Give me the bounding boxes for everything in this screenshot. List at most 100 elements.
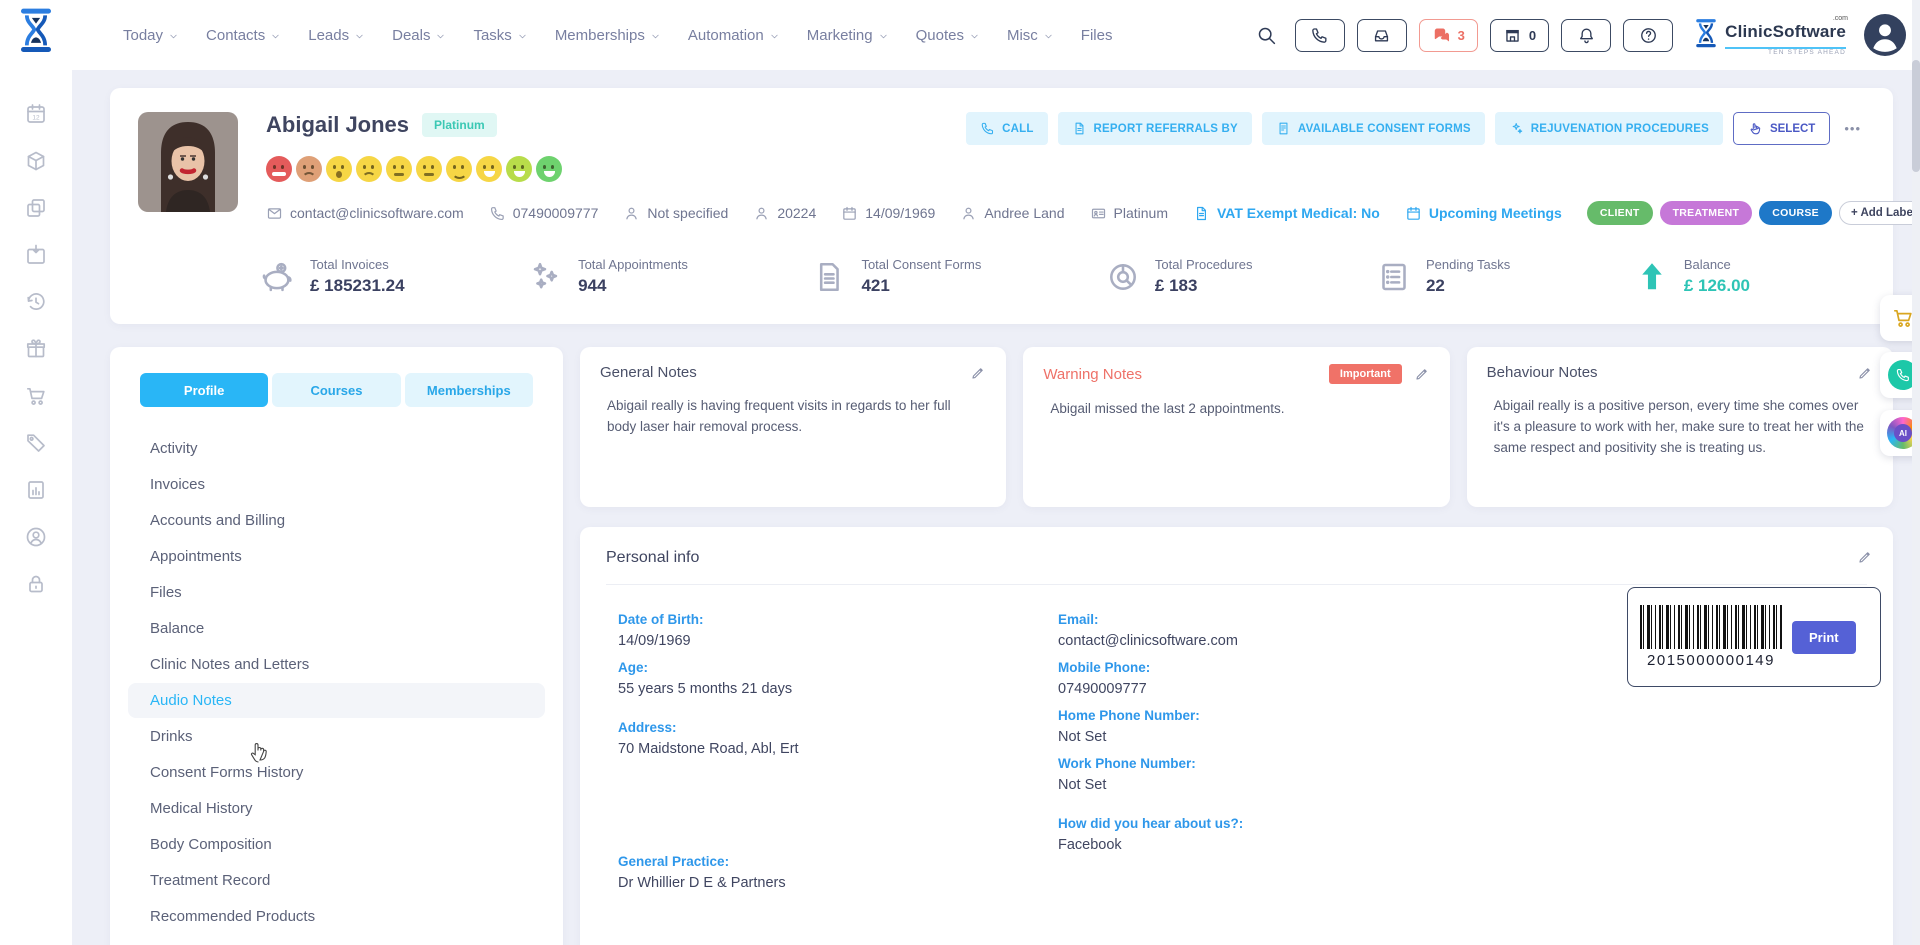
satisfaction-face[interactable] bbox=[326, 156, 352, 182]
satisfaction-face[interactable] bbox=[356, 156, 382, 182]
tab[interactable]: Courses bbox=[272, 373, 400, 407]
toolbar-button[interactable]: 0 bbox=[1490, 19, 1549, 52]
add-label-button[interactable]: + Add Label bbox=[1839, 201, 1920, 225]
note-card: Behaviour Notes Abigail really is a posi… bbox=[1467, 347, 1893, 507]
print-button[interactable]: Print bbox=[1792, 621, 1856, 654]
select-button[interactable]: SELECT bbox=[1733, 112, 1830, 145]
note-body: Abigail really is a positive person, eve… bbox=[1487, 396, 1873, 459]
user-avatar[interactable] bbox=[1864, 14, 1906, 56]
menu-item[interactable]: Consent Forms History bbox=[128, 755, 545, 790]
toolbar-button-icon bbox=[1372, 26, 1391, 45]
personal-info-card: Personal info Date of Birth: 14/09/1969 bbox=[580, 527, 1893, 945]
customer-photo[interactable] bbox=[138, 112, 238, 212]
stat-icon bbox=[1634, 259, 1670, 295]
scrollbar-thumb[interactable] bbox=[1912, 60, 1920, 172]
satisfaction-face[interactable] bbox=[536, 156, 562, 182]
contact-item: 14/09/1969 bbox=[841, 205, 935, 222]
contact-item-text: contact@clinicsoftware.com bbox=[290, 205, 464, 221]
nav-item[interactable]: Files bbox=[1081, 27, 1113, 44]
edit-pencil-icon[interactable] bbox=[1414, 366, 1430, 382]
action-button[interactable]: CALL bbox=[966, 112, 1047, 145]
label-pill[interactable]: TREATMENT bbox=[1660, 201, 1753, 225]
rail-icon[interactable] bbox=[24, 243, 48, 267]
menu-item[interactable]: Balance bbox=[128, 611, 545, 646]
nav-item-label: Contacts bbox=[206, 27, 265, 44]
action-button-icon bbox=[1276, 121, 1291, 136]
rail-icon[interactable] bbox=[24, 384, 48, 408]
toolbar-button[interactable] bbox=[1295, 19, 1345, 52]
satisfaction-face[interactable] bbox=[416, 156, 442, 182]
stat-icon bbox=[1105, 259, 1141, 295]
satisfaction-face[interactable] bbox=[266, 156, 292, 182]
svg-text:12: 12 bbox=[32, 115, 40, 122]
toolbar-button[interactable]: 3 bbox=[1419, 19, 1478, 52]
toolbar-badge: 3 bbox=[1458, 28, 1465, 43]
action-button[interactable]: REJUVENATION PROCEDURES bbox=[1495, 112, 1723, 145]
action-button-label: REPORT REFERRALS BY bbox=[1094, 123, 1238, 135]
stat-item: Pending Tasks 22 bbox=[1376, 257, 1510, 296]
rail-icon[interactable] bbox=[24, 337, 48, 361]
nav-item[interactable]: Leads bbox=[308, 27, 365, 44]
menu-item[interactable]: Recommended Products bbox=[128, 899, 545, 934]
menu-item[interactable]: Medical History bbox=[128, 791, 545, 826]
tab[interactable]: Profile bbox=[140, 373, 268, 407]
menu-item[interactable]: Audio Notes bbox=[128, 683, 545, 718]
contact-item-text: Upcoming Meetings bbox=[1429, 205, 1562, 221]
tab[interactable]: Memberships bbox=[405, 373, 533, 407]
clinicsoftware-logo-icon[interactable] bbox=[16, 7, 56, 57]
menu-item[interactable]: Body Composition bbox=[128, 827, 545, 862]
toolbar-button[interactable] bbox=[1357, 19, 1407, 52]
menu-item[interactable]: Accounts and Billing bbox=[128, 503, 545, 538]
nav-item[interactable]: Today bbox=[123, 27, 179, 44]
menu-item[interactable]: Files bbox=[128, 575, 545, 610]
satisfaction-face[interactable] bbox=[296, 156, 322, 182]
more-options-button[interactable]: ••• bbox=[1840, 121, 1865, 136]
nav-item[interactable]: Misc bbox=[1007, 27, 1054, 44]
rail-icon[interactable]: 12 bbox=[24, 102, 48, 126]
toolbar-button[interactable] bbox=[1561, 19, 1611, 52]
satisfaction-face[interactable] bbox=[506, 156, 532, 182]
toolbar-button[interactable] bbox=[1623, 19, 1673, 52]
search-icon[interactable] bbox=[1256, 25, 1277, 46]
nav-item[interactable]: Tasks bbox=[473, 27, 527, 44]
menu-item[interactable]: Activity bbox=[128, 431, 545, 466]
rail-icon[interactable] bbox=[24, 290, 48, 314]
nav-item-label: Automation bbox=[688, 27, 764, 44]
nav-item[interactable]: Quotes bbox=[916, 27, 980, 44]
toolbar-button-icon bbox=[1310, 26, 1329, 45]
nav-item[interactable]: Marketing bbox=[807, 27, 889, 44]
rail-icon[interactable] bbox=[24, 525, 48, 549]
nav-item[interactable]: Memberships bbox=[555, 27, 661, 44]
nav-item[interactable]: Automation bbox=[688, 27, 780, 44]
satisfaction-face[interactable] bbox=[446, 156, 472, 182]
rail-icon[interactable] bbox=[24, 149, 48, 173]
satisfaction-face[interactable] bbox=[386, 156, 412, 182]
nav-item[interactable]: Contacts bbox=[206, 27, 281, 44]
contact-item-icon bbox=[1405, 205, 1422, 222]
edit-pencil-icon[interactable] bbox=[970, 365, 986, 381]
action-button[interactable]: REPORT REFERRALS BY bbox=[1058, 112, 1252, 145]
menu-item[interactable]: Drinks bbox=[128, 719, 545, 754]
menu-item[interactable]: Treatment Record bbox=[128, 863, 545, 898]
satisfaction-face[interactable] bbox=[476, 156, 502, 182]
barcode-number: 2015000000149 bbox=[1640, 652, 1782, 669]
toolbar-badge: 0 bbox=[1529, 28, 1536, 43]
label-pill[interactable]: CLIENT bbox=[1587, 201, 1653, 225]
edit-pencil-icon[interactable] bbox=[1857, 549, 1873, 565]
contact-item: VAT Exempt Medical: No bbox=[1193, 205, 1380, 222]
rail-icon[interactable] bbox=[24, 196, 48, 220]
edit-pencil-icon[interactable] bbox=[1857, 365, 1873, 381]
menu-item[interactable]: Clinic Notes and Letters bbox=[128, 647, 545, 682]
action-button[interactable]: AVAILABLE CONSENT FORMS bbox=[1262, 112, 1485, 145]
personal-field: Date of Birth: 14/09/1969 bbox=[618, 612, 1038, 649]
menu-item[interactable]: Invoices bbox=[128, 467, 545, 502]
nav-item[interactable]: Deals bbox=[392, 27, 446, 44]
rail-icon[interactable] bbox=[24, 572, 48, 596]
clinicsoftware-wordmark[interactable]: ClinicSoftware .com TEN STEPS AHEAD bbox=[1693, 18, 1846, 52]
brand-name: ClinicSoftware bbox=[1725, 22, 1846, 41]
menu-item[interactable]: Appointments bbox=[128, 539, 545, 574]
rail-icon[interactable] bbox=[24, 478, 48, 502]
rail-icon[interactable] bbox=[24, 431, 48, 455]
toolbar-button-icon bbox=[1577, 26, 1596, 45]
label-pill[interactable]: COURSE bbox=[1759, 201, 1832, 225]
